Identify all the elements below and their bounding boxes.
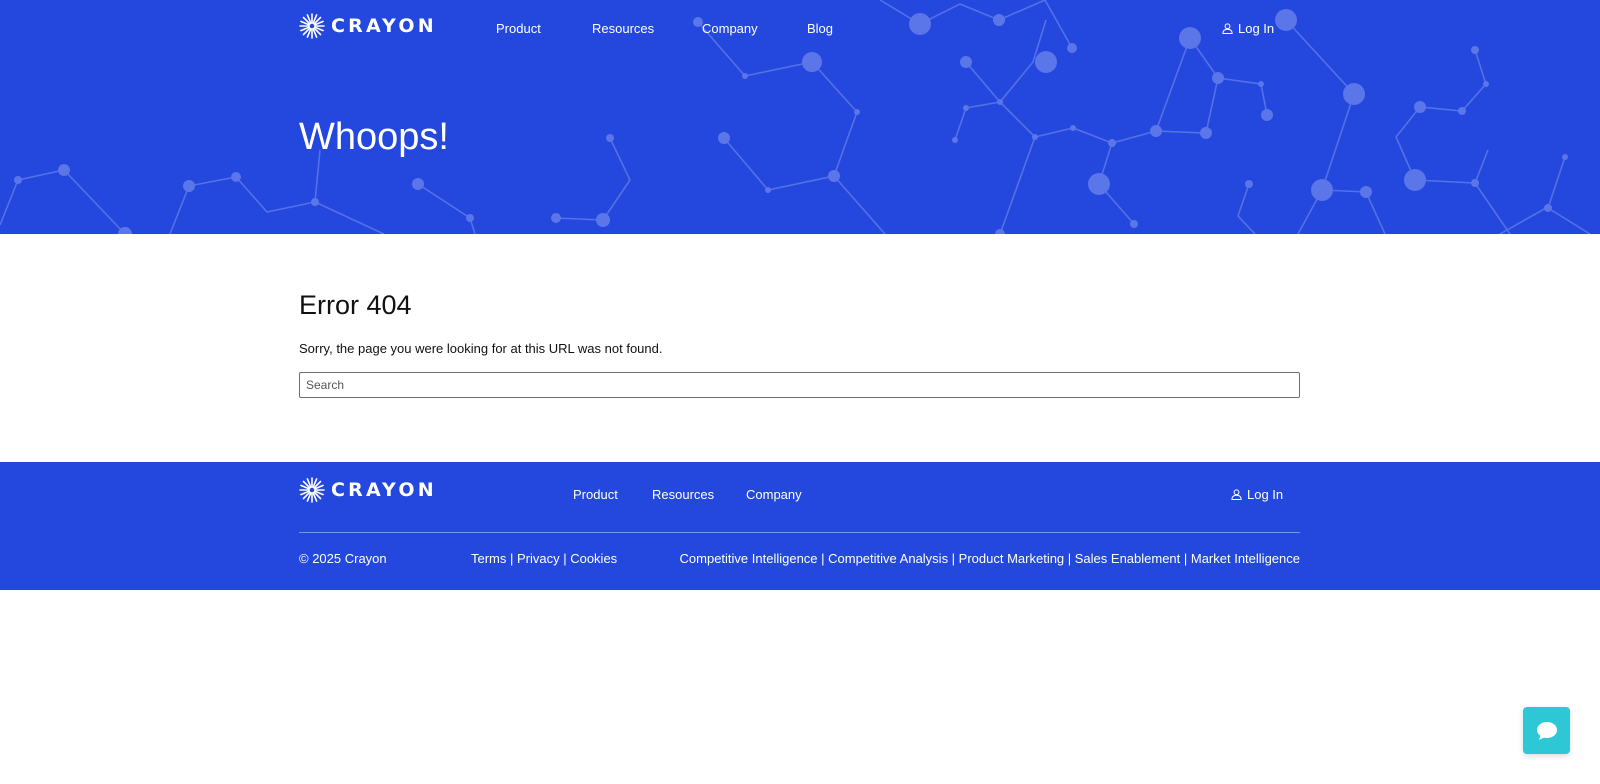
footer-login-label: Log In [1247,487,1284,502]
search-input[interactable] [299,372,1300,398]
topic-links[interactable]: Competitive Intelligence | Competitive A… [680,551,1300,566]
logo-wordmark: CRAYON [331,15,437,37]
footer-login-link[interactable]: Log In [1231,487,1283,502]
main-content: Error 404 Sorry, the page you were looki… [299,290,1300,398]
footer-nav-company[interactable]: Company [746,487,802,502]
error-message: Sorry, the page you were looking for at … [299,341,663,356]
header-login-link[interactable]: Log In [1222,21,1274,36]
error-title: Error 404 [299,290,412,320]
header-login-label: Log In [1238,21,1275,36]
legal-links[interactable]: Terms | Privacy | Cookies [471,551,617,566]
user-icon [1231,489,1242,500]
nav-product[interactable]: Product [496,21,541,36]
footer-nav-resources[interactable]: Resources [652,487,714,502]
chat-widget-button[interactable] [1523,707,1570,754]
footer-logo[interactable]: CRAYON [299,477,437,503]
chat-bubble-icon [1536,721,1557,740]
nav-resources[interactable]: Resources [592,21,654,36]
user-icon [1222,23,1233,34]
footer: CRAYON Product Resources Company Log In … [0,462,1600,590]
footer-divider [299,532,1300,533]
top-navigation: CRAYON Product Resources Company Blog Lo… [0,0,1600,56]
nav-blog[interactable]: Blog [807,21,833,36]
sunburst-icon [299,13,325,39]
hero-title: Whoops! [299,116,449,158]
nav-company[interactable]: Company [702,21,758,36]
footer-nav-product[interactable]: Product [573,487,618,502]
footer-logo-wordmark: CRAYON [331,479,437,501]
sunburst-icon [299,477,325,503]
header-logo[interactable]: CRAYON [299,13,437,39]
copyright: © 2025 Crayon [299,551,387,566]
hero-banner: CRAYON Product Resources Company Blog Lo… [0,0,1600,234]
